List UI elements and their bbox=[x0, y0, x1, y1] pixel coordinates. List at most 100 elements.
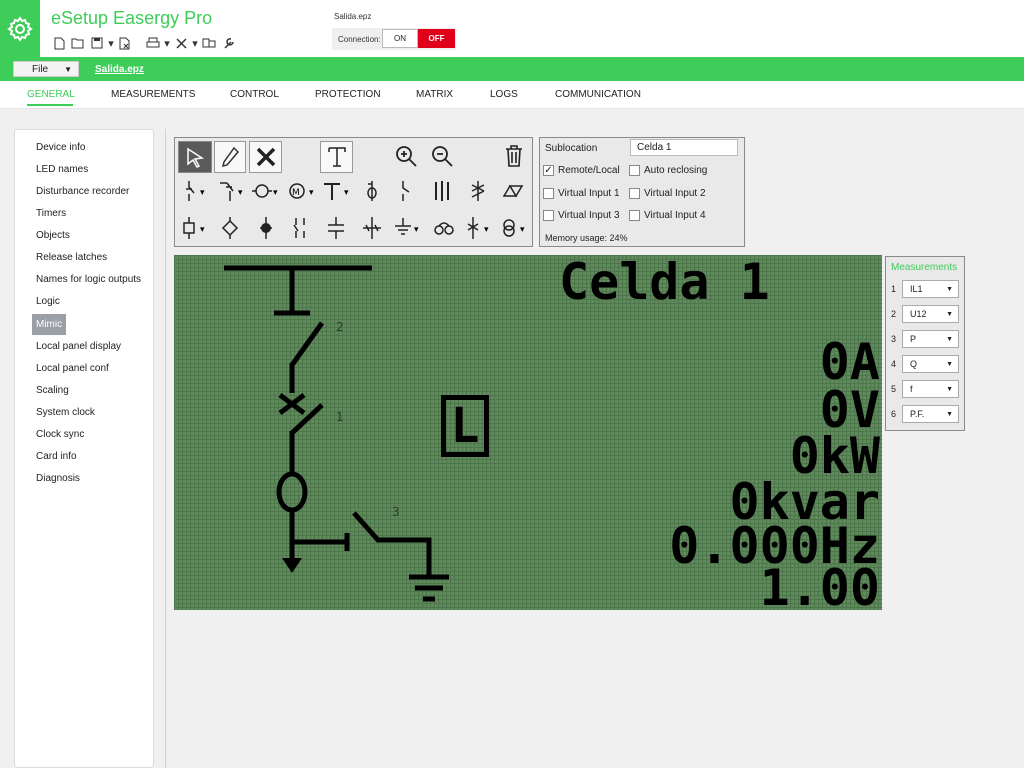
new-file-icon[interactable] bbox=[51, 35, 67, 51]
transformer-icon[interactable] bbox=[500, 180, 528, 202]
compare-icon[interactable] bbox=[201, 35, 217, 51]
sidebar-item-names-for-logic-outputs[interactable]: Names for logic outputs bbox=[36, 274, 141, 285]
fuse-icon[interactable] bbox=[360, 180, 384, 202]
pencil-icon[interactable] bbox=[214, 141, 246, 173]
dropdown-arrow-icon[interactable]: ▾ bbox=[164, 35, 170, 51]
virtual-input-4-checkbox[interactable] bbox=[629, 210, 640, 221]
measurements-title: Measurements bbox=[891, 262, 958, 273]
transformer-round-icon[interactable]: ▾ bbox=[498, 216, 530, 240]
sidebar-item-local-panel-conf[interactable]: Local panel conf bbox=[36, 363, 109, 374]
svg-text:▾: ▾ bbox=[484, 225, 489, 235]
file-menu-button[interactable]: File ▼ bbox=[13, 61, 79, 77]
pointer-icon[interactable] bbox=[178, 141, 212, 173]
measurement-index-2: 2 bbox=[891, 309, 897, 319]
sidebar-item-disturbance-recorder[interactable]: Disturbance recorder bbox=[36, 186, 129, 197]
virtual-input-2-label: Virtual Input 2 bbox=[644, 188, 706, 199]
disconnector-2 bbox=[289, 321, 325, 367]
dropdown-arrow-icon[interactable]: ▾ bbox=[108, 35, 114, 51]
export-file-icon[interactable] bbox=[117, 35, 133, 51]
dropdown-arrow-icon[interactable]: ▾ bbox=[192, 35, 198, 51]
sublocation-input[interactable]: Celda 1 bbox=[630, 139, 738, 156]
remote-local-checkbox[interactable]: ✓ bbox=[543, 165, 554, 176]
bus-tie-icon[interactable]: ▾ bbox=[462, 216, 494, 240]
sidebar bbox=[14, 129, 154, 768]
lcd-value-power-factor: 1.00 bbox=[759, 559, 880, 617]
open-folder-icon[interactable] bbox=[70, 35, 86, 51]
virtual-input-1-checkbox[interactable] bbox=[543, 188, 554, 199]
save-icon[interactable] bbox=[89, 35, 105, 51]
vertical-bars-icon[interactable] bbox=[430, 180, 454, 202]
busbar-t-icon[interactable]: ▾ bbox=[322, 180, 354, 202]
sidebar-item-mimic[interactable]: Mimic bbox=[36, 319, 62, 330]
trash-icon[interactable] bbox=[502, 143, 526, 169]
svg-text:▾: ▾ bbox=[344, 188, 349, 198]
sidebar-item-scaling[interactable]: Scaling bbox=[36, 385, 69, 396]
switch-icon[interactable] bbox=[394, 180, 418, 202]
bus-drop bbox=[274, 268, 310, 316]
zoom-out-icon[interactable] bbox=[429, 143, 455, 169]
tools-icon[interactable] bbox=[173, 35, 189, 51]
virtual-input-2-checkbox[interactable] bbox=[629, 188, 640, 199]
measurement-select-5[interactable]: f ▼ bbox=[902, 380, 959, 398]
gear-icon bbox=[7, 15, 33, 42]
measurement-index-5: 5 bbox=[891, 384, 897, 394]
file-menu-label: File bbox=[32, 63, 49, 75]
sidebar-item-card-info[interactable]: Card info bbox=[36, 451, 77, 462]
sidebar-item-release-latches[interactable]: Release latches bbox=[36, 252, 107, 263]
tab-control[interactable]: CONTROL bbox=[230, 89, 279, 100]
tab-matrix[interactable]: MATRIX bbox=[416, 89, 453, 100]
text-icon[interactable] bbox=[320, 141, 353, 173]
disconnector-icon[interactable]: ▾ bbox=[180, 180, 210, 202]
mimic-display[interactable]: Celda 1 L 0A 0V 0kW 0kvar 0.000Hz 1.00 2… bbox=[174, 253, 882, 617]
sidebar-item-logic[interactable]: Logic bbox=[36, 296, 60, 307]
connection-on-button[interactable]: ON bbox=[382, 29, 418, 48]
circle-icon[interactable]: ▾ bbox=[251, 180, 281, 202]
measurement-select-2[interactable]: U12 ▼ bbox=[902, 305, 959, 323]
checkmark-icon: ✓ bbox=[544, 165, 553, 176]
connection-off-button[interactable]: OFF bbox=[418, 29, 455, 48]
local-remote-indicator[interactable]: L bbox=[441, 395, 489, 457]
tab-measurements[interactable]: MEASUREMENTS bbox=[111, 89, 195, 100]
measurement-value-4: Q bbox=[910, 359, 918, 369]
earth-switch-icon[interactable] bbox=[466, 180, 490, 202]
sidebar-item-objects[interactable]: Objects bbox=[36, 230, 70, 241]
coupling-icon[interactable] bbox=[430, 216, 458, 240]
square-node-icon[interactable]: ▾ bbox=[180, 216, 210, 240]
measurement-value-5: f bbox=[910, 384, 913, 394]
virtual-input-4-label: Virtual Input 4 bbox=[644, 210, 706, 221]
auto-reclosing-checkbox[interactable] bbox=[629, 165, 640, 176]
sidebar-item-led-names[interactable]: LED names bbox=[36, 164, 88, 175]
contact-icon[interactable] bbox=[288, 216, 312, 240]
measurement-select-3[interactable]: P ▼ bbox=[902, 330, 959, 348]
delete-icon[interactable] bbox=[249, 141, 282, 173]
feeder-arrow bbox=[282, 558, 302, 573]
measurement-select-4[interactable]: Q ▼ bbox=[902, 355, 959, 373]
print-icon[interactable] bbox=[145, 35, 161, 51]
capacitor-icon[interactable] bbox=[324, 216, 348, 240]
tab-logs[interactable]: LOGS bbox=[490, 89, 518, 100]
motor-icon[interactable]: M ▾ bbox=[286, 180, 318, 202]
ground-icon[interactable]: ▾ bbox=[392, 216, 424, 240]
tab-general[interactable]: GENERAL bbox=[27, 89, 75, 100]
wrench-icon[interactable] bbox=[220, 35, 236, 51]
sidebar-item-system-clock[interactable]: System clock bbox=[36, 407, 95, 418]
measurement-select-6[interactable]: P.F. ▼ bbox=[902, 405, 959, 423]
sidebar-item-device-info[interactable]: Device info bbox=[36, 142, 85, 153]
measurement-select-1[interactable]: IL1 ▼ bbox=[902, 280, 959, 298]
zoom-in-icon[interactable] bbox=[393, 143, 419, 169]
local-remote-letter: L bbox=[450, 398, 480, 454]
tab-communication[interactable]: COMMUNICATION bbox=[555, 89, 641, 100]
diamond-icon[interactable] bbox=[218, 216, 242, 240]
tab-protection[interactable]: PROTECTION bbox=[315, 89, 381, 100]
current-transformer bbox=[276, 471, 308, 513]
breaker-icon[interactable]: ▾ bbox=[218, 180, 248, 202]
sidebar-item-local-panel-display[interactable]: Local panel display bbox=[36, 341, 121, 352]
svg-text:▾: ▾ bbox=[414, 225, 419, 235]
virtual-input-3-checkbox[interactable] bbox=[543, 210, 554, 221]
sidebar-item-timers[interactable]: Timers bbox=[36, 208, 66, 219]
file-link[interactable]: Salida.epz bbox=[95, 64, 144, 75]
cross-bar-icon[interactable] bbox=[360, 216, 384, 240]
sidebar-item-diagnosis[interactable]: Diagnosis bbox=[36, 473, 80, 484]
sidebar-item-clock-sync[interactable]: Clock sync bbox=[36, 429, 84, 440]
filled-node-icon[interactable] bbox=[254, 216, 278, 240]
